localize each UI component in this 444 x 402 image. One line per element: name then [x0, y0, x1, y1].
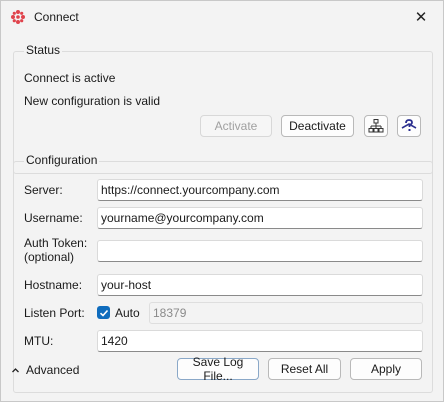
reset-all-button[interactable]: Reset All — [268, 358, 341, 380]
chevron-up-icon — [12, 367, 19, 372]
status-valid-text: New configuration is valid — [24, 94, 161, 108]
username-input[interactable] — [97, 207, 423, 229]
auth-token-input[interactable] — [97, 240, 423, 262]
connect-window: Connect ✕ Status Connect is active New c… — [0, 0, 444, 402]
mtu-label: MTU: — [24, 334, 54, 348]
hostname-input[interactable] — [97, 274, 423, 296]
status-legend: Status — [24, 43, 63, 57]
advanced-label: Advanced — [26, 363, 80, 377]
status-active-text: Connect is active — [24, 71, 116, 85]
checkmark-icon — [99, 309, 108, 317]
apply-button[interactable]: Apply — [350, 358, 422, 380]
server-input[interactable] — [97, 179, 423, 201]
help-button[interactable] — [397, 115, 421, 137]
listen-port-input[interactable] — [149, 302, 423, 324]
username-label: Username: — [24, 211, 83, 225]
auto-port-checkbox[interactable] — [97, 306, 110, 319]
title-bar: Connect ✕ — [1, 1, 443, 33]
window-title: Connect — [34, 10, 79, 24]
server-label: Server: — [24, 183, 63, 197]
close-icon: ✕ — [414, 9, 428, 26]
deactivate-button[interactable]: Deactivate — [281, 115, 354, 137]
connect-logo-icon — [11, 10, 25, 24]
configuration-legend: Configuration — [24, 153, 100, 167]
help-icon — [401, 119, 417, 131]
auth-token-label: Auth Token: (optional) — [24, 236, 88, 264]
network-button[interactable] — [364, 115, 388, 137]
close-button[interactable]: ✕ — [399, 1, 443, 33]
activate-button[interactable]: Activate — [200, 115, 272, 137]
advanced-toggle[interactable]: Advanced — [11, 363, 79, 377]
listen-port-label: Listen Port: — [24, 306, 85, 320]
auto-port-label: Auto — [115, 306, 140, 320]
hostname-label: Hostname: — [24, 278, 83, 292]
mtu-input[interactable] — [97, 330, 423, 352]
network-tree-icon — [368, 119, 384, 133]
save-log-button[interactable]: Save Log File... — [177, 355, 259, 383]
